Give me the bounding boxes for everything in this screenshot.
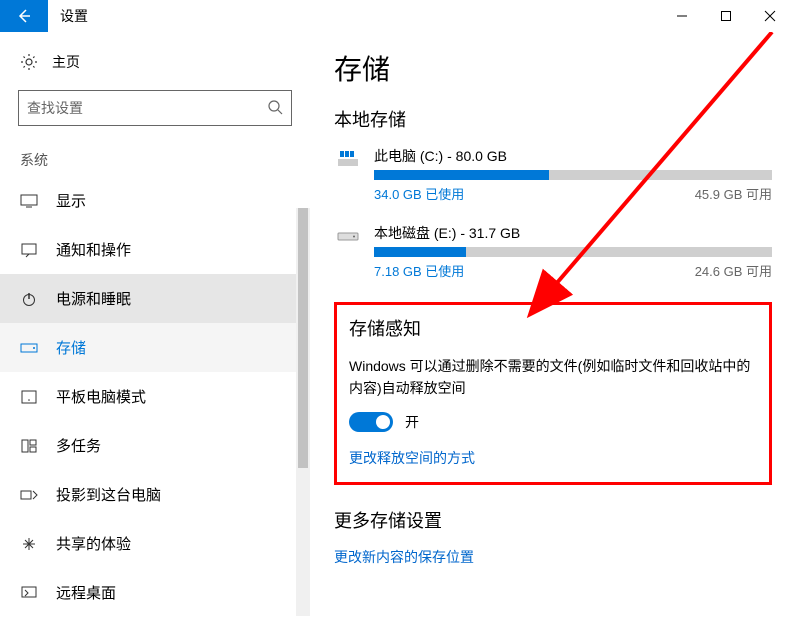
sidebar-item-remote[interactable]: 远程桌面: [0, 568, 310, 617]
home-link[interactable]: 主页: [0, 44, 310, 86]
drive-name: 本地磁盘 (E:) - 31.7 GB: [374, 223, 772, 243]
search-input[interactable]: 查找设置: [18, 90, 292, 126]
change-save-location-link[interactable]: 更改新内容的保存位置: [334, 547, 772, 567]
sidebar-item-label: 投影到这台电脑: [56, 484, 161, 505]
local-storage-heading: 本地存储: [334, 106, 772, 132]
drive-e[interactable]: 本地磁盘 (E:) - 31.7 GB 7.18 GB 已使用 24.6 GB …: [334, 223, 772, 294]
sidebar-item-shared[interactable]: 共享的体验: [0, 519, 310, 568]
sidebar-item-label: 平板电脑模式: [56, 386, 146, 407]
close-icon: [764, 10, 776, 22]
sidebar-item-tablet[interactable]: 平板电脑模式: [0, 372, 310, 421]
power-icon: [20, 291, 38, 307]
drive-free: 24.6 GB 可用: [695, 261, 772, 280]
change-free-space-link[interactable]: 更改释放空间的方式: [349, 448, 757, 468]
sidebar-item-label: 多任务: [56, 435, 101, 456]
sidebar-item-label: 共享的体验: [56, 533, 131, 554]
projecting-icon: [20, 488, 38, 502]
sidebar-item-label: 存储: [56, 337, 86, 358]
scrollbar-thumb[interactable]: [298, 208, 308, 468]
monitor-icon: [20, 194, 38, 208]
sidebar-item-projecting[interactable]: 投影到这台电脑: [0, 470, 310, 519]
sidebar-item-storage[interactable]: 存储: [0, 323, 310, 372]
tablet-icon: [20, 390, 38, 404]
more-storage-heading: 更多存储设置: [334, 507, 772, 533]
gear-icon: [20, 53, 38, 71]
drive-e-icon: [334, 225, 362, 247]
storage-sense-toggle[interactable]: [349, 412, 393, 432]
sidebar-item-label: 显示: [56, 190, 86, 211]
back-button[interactable]: [0, 0, 48, 32]
sidebar: 主页 查找设置 系统 显示 通知和操作 电源和睡眠 存储 平板电脑模式: [0, 32, 310, 604]
titlebar: 设置: [0, 0, 792, 32]
drive-c[interactable]: 此电脑 (C:) - 80.0 GB 34.0 GB 已使用 45.9 GB 可…: [334, 146, 772, 217]
multitask-icon: [20, 439, 38, 453]
back-arrow-icon: [15, 7, 33, 25]
sidebar-item-multitask[interactable]: 多任务: [0, 421, 310, 470]
drive-free: 45.9 GB 可用: [695, 184, 772, 203]
sidebar-item-power[interactable]: 电源和睡眠: [0, 274, 310, 323]
window-controls: [660, 0, 792, 32]
search-icon: [267, 99, 283, 118]
drive-c-icon: [334, 148, 362, 170]
notifications-icon: [20, 242, 38, 258]
drive-name: 此电脑 (C:) - 80.0 GB: [374, 146, 772, 166]
storage-sense-highlight: 存储感知 Windows 可以通过删除不需要的文件(例如临时文件和回收站中的内容…: [334, 302, 772, 485]
storage-sense-desc: Windows 可以通过删除不需要的文件(例如临时文件和回收站中的内容)自动释放…: [349, 355, 757, 400]
content-pane: 存储 本地存储 此电脑 (C:) - 80.0 GB 34.0 GB 已使用 4…: [310, 32, 792, 604]
maximize-icon: [720, 10, 732, 22]
storage-icon: [20, 342, 38, 354]
sidebar-item-notifications[interactable]: 通知和操作: [0, 225, 310, 274]
home-label: 主页: [52, 52, 80, 72]
minimize-button[interactable]: [660, 0, 704, 32]
sidebar-item-label: 电源和睡眠: [56, 288, 131, 309]
maximize-button[interactable]: [704, 0, 748, 32]
sidebar-item-label: 远程桌面: [56, 582, 116, 603]
window-title: 设置: [48, 6, 88, 26]
toggle-label: 开: [405, 412, 419, 432]
minimize-icon: [676, 10, 688, 22]
storage-sense-heading: 存储感知: [349, 315, 757, 341]
drive-c-progress: [374, 170, 772, 180]
section-label: 系统: [0, 144, 310, 176]
sidebar-scrollbar[interactable]: [296, 208, 310, 616]
shared-icon: [20, 536, 38, 552]
search-placeholder: 查找设置: [27, 98, 267, 118]
sidebar-item-label: 通知和操作: [56, 239, 131, 260]
drive-e-progress: [374, 247, 772, 257]
remote-icon: [20, 586, 38, 600]
sidebar-item-display[interactable]: 显示: [0, 176, 310, 225]
close-button[interactable]: [748, 0, 792, 32]
drive-used: 34.0 GB 已使用: [374, 184, 464, 203]
page-title: 存储: [334, 48, 772, 88]
drive-used: 7.18 GB 已使用: [374, 261, 464, 280]
